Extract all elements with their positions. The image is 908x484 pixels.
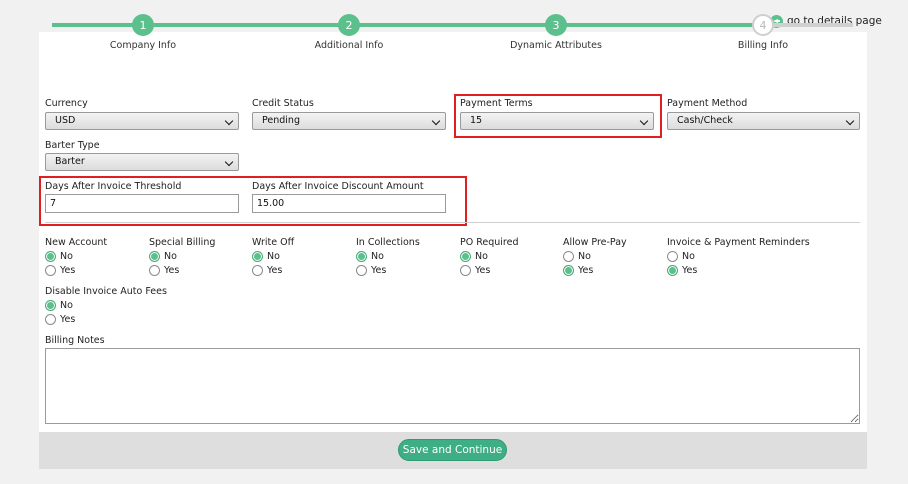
chevron-down-icon bbox=[431, 116, 441, 126]
radio-selected-icon bbox=[252, 251, 263, 262]
step-4-circle[interactable]: 4 bbox=[752, 14, 774, 36]
barter-type-label: Barter Type bbox=[45, 140, 100, 151]
disable-auto-fees-no-option[interactable]: No bbox=[45, 299, 167, 312]
allow-prepay-yes-option[interactable]: Yes bbox=[563, 264, 627, 277]
radio-selected-icon bbox=[667, 265, 678, 276]
radio-selected-icon bbox=[563, 265, 574, 276]
special-billing-yes-option[interactable]: Yes bbox=[149, 264, 215, 277]
reminders-group: Invoice & Payment Reminders No Yes bbox=[667, 237, 810, 277]
credit-status-select[interactable]: Pending bbox=[252, 112, 446, 130]
payment-terms-select[interactable]: 15 bbox=[460, 112, 654, 130]
po-required-yes-option[interactable]: Yes bbox=[460, 264, 519, 277]
radio-unselected-icon bbox=[356, 265, 367, 276]
radio-selected-icon bbox=[45, 300, 56, 311]
chevron-down-icon bbox=[639, 116, 649, 126]
write-off-yes-option[interactable]: Yes bbox=[252, 264, 294, 277]
write-off-label: Write Off bbox=[252, 237, 295, 248]
radio-selected-icon bbox=[149, 251, 160, 262]
barter-type-select[interactable]: Barter bbox=[45, 153, 239, 171]
days-threshold-label: Days After Invoice Threshold bbox=[45, 181, 182, 192]
currency-label: Currency bbox=[45, 98, 88, 109]
step-3-circle[interactable]: 3 bbox=[545, 14, 567, 36]
po-required-no-option[interactable]: No bbox=[460, 250, 519, 263]
in-collections-yes-option[interactable]: Yes bbox=[356, 264, 420, 277]
chevron-down-icon bbox=[845, 116, 855, 126]
in-collections-group: In Collections No Yes bbox=[356, 237, 420, 277]
reminders-label: Invoice & Payment Reminders bbox=[667, 237, 810, 248]
radio-unselected-icon bbox=[149, 265, 160, 276]
step-4-label: Billing Info bbox=[737, 40, 789, 51]
new-account-label: New Account bbox=[45, 237, 108, 248]
radio-selected-icon bbox=[460, 251, 471, 262]
stepper-progress-track bbox=[52, 23, 763, 27]
chevron-down-icon bbox=[224, 157, 234, 167]
radio-unselected-icon bbox=[45, 314, 56, 325]
in-collections-label: In Collections bbox=[356, 237, 420, 248]
disable-auto-fees-label: Disable Invoice Auto Fees bbox=[45, 286, 167, 297]
po-required-group: PO Required No Yes bbox=[460, 237, 519, 277]
radio-unselected-icon bbox=[460, 265, 471, 276]
credit-status-label: Credit Status bbox=[252, 98, 314, 109]
in-collections-no-option[interactable]: No bbox=[356, 250, 420, 263]
barter-type-value: Barter bbox=[55, 156, 85, 167]
allow-prepay-group: Allow Pre-Pay No Yes bbox=[563, 237, 627, 277]
days-threshold-input[interactable]: 7 bbox=[45, 194, 239, 213]
write-off-group: Write Off No Yes bbox=[252, 237, 294, 277]
radio-selected-icon bbox=[356, 251, 367, 262]
stepper-remaining-track bbox=[763, 23, 853, 27]
currency-value: USD bbox=[55, 115, 76, 126]
step-3-label: Dynamic Attributes bbox=[510, 40, 602, 51]
allow-prepay-no-option[interactable]: No bbox=[563, 250, 627, 263]
save-and-continue-button[interactable]: Save and Continue bbox=[398, 439, 507, 461]
disable-auto-fees-group: Disable Invoice Auto Fees No Yes bbox=[45, 286, 167, 326]
section-divider bbox=[45, 222, 860, 223]
credit-status-value: Pending bbox=[262, 115, 300, 126]
payment-method-label: Payment Method bbox=[667, 98, 748, 109]
write-off-no-option[interactable]: No bbox=[252, 250, 294, 263]
payment-method-value: Cash/Check bbox=[677, 115, 733, 126]
special-billing-group: Special Billing No Yes bbox=[149, 237, 215, 277]
step-1-label: Company Info bbox=[109, 40, 177, 51]
po-required-label: PO Required bbox=[460, 237, 519, 248]
radio-unselected-icon bbox=[667, 251, 678, 262]
billing-notes-textarea[interactable] bbox=[45, 348, 860, 424]
radio-unselected-icon bbox=[45, 265, 56, 276]
days-discount-input[interactable]: 15.00 bbox=[252, 194, 446, 213]
new-account-yes-option[interactable]: Yes bbox=[45, 264, 107, 277]
special-billing-label: Special Billing bbox=[149, 237, 216, 248]
reminders-no-option[interactable]: No bbox=[667, 250, 810, 263]
chevron-down-icon bbox=[224, 116, 234, 126]
radio-selected-icon bbox=[45, 251, 56, 262]
billing-notes-label: Billing Notes bbox=[45, 335, 105, 346]
new-account-group: New Account No Yes bbox=[45, 237, 107, 277]
step-2-circle[interactable]: 2 bbox=[338, 14, 360, 36]
special-billing-no-option[interactable]: No bbox=[149, 250, 215, 263]
allow-prepay-label: Allow Pre-Pay bbox=[563, 237, 627, 248]
payment-terms-value: 15 bbox=[470, 115, 483, 126]
radio-unselected-icon bbox=[252, 265, 263, 276]
currency-select[interactable]: USD bbox=[45, 112, 239, 130]
step-2-label: Additional Info bbox=[314, 40, 384, 51]
payment-method-select[interactable]: Cash/Check bbox=[667, 112, 860, 130]
days-discount-label: Days After Invoice Discount Amount bbox=[252, 181, 424, 192]
new-account-no-option[interactable]: No bbox=[45, 250, 107, 263]
reminders-yes-option[interactable]: Yes bbox=[667, 264, 810, 277]
payment-terms-label: Payment Terms bbox=[460, 98, 533, 109]
step-1-circle[interactable]: 1 bbox=[132, 14, 154, 36]
disable-auto-fees-yes-option[interactable]: Yes bbox=[45, 313, 167, 326]
radio-unselected-icon bbox=[563, 251, 574, 262]
